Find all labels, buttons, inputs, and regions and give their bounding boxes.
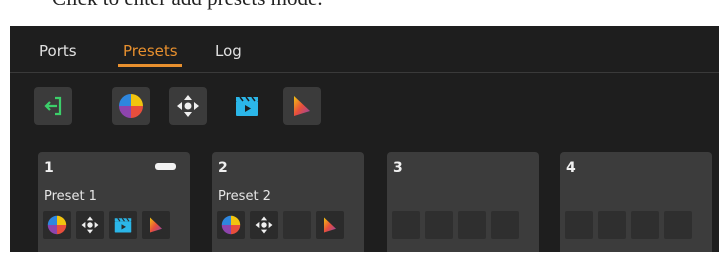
gradient-triangle-icon — [294, 96, 310, 116]
preset-number: 2 — [218, 160, 228, 176]
preset-card-2[interactable]: 2 Preset 2 — [212, 152, 364, 252]
preset-slot — [316, 211, 344, 239]
move-arrows-icon — [81, 216, 99, 234]
preset-slots — [392, 211, 519, 239]
preset-number: 3 — [393, 160, 403, 176]
preset-slot-empty — [458, 211, 486, 239]
tab-presets[interactable]: Presets — [123, 42, 178, 60]
tab-log[interactable]: Log — [215, 42, 242, 60]
preset-slot — [43, 211, 71, 239]
beam-filter-button[interactable] — [283, 87, 321, 125]
preset-name: Preset 1 — [44, 189, 97, 204]
preset-slots — [565, 211, 692, 239]
color-wheel-icon — [119, 94, 143, 118]
preset-number: 4 — [566, 160, 576, 176]
active-tab-indicator — [118, 64, 182, 67]
tab-bar: Ports Presets Log — [10, 26, 719, 73]
preset-slot — [217, 211, 245, 239]
delete-preset-icon[interactable] — [155, 163, 176, 170]
preset-card-3[interactable]: 3 — [387, 152, 539, 252]
preset-card-1[interactable]: 1 Preset 1 — [38, 152, 190, 252]
media-filter-button[interactable] — [228, 87, 266, 125]
color-wheel-icon — [47, 215, 67, 235]
preset-toolbar — [10, 84, 719, 130]
move-arrows-icon — [177, 95, 199, 117]
preset-slot-empty — [565, 211, 593, 239]
preset-slot — [142, 211, 170, 239]
gradient-triangle-icon — [324, 217, 336, 233]
clapper-icon — [114, 217, 132, 233]
preset-slot — [109, 211, 137, 239]
preset-slots — [217, 211, 344, 239]
tab-ports[interactable]: Ports — [39, 42, 77, 60]
preset-slot-empty — [491, 211, 519, 239]
preset-slot — [250, 211, 278, 239]
clapper-icon — [236, 96, 258, 116]
preset-slot-empty — [392, 211, 420, 239]
preset-number: 1 — [44, 160, 54, 176]
exit-add-mode-button[interactable] — [34, 87, 72, 125]
caption-text: Click to enter add presets mode. — [52, 0, 323, 11]
position-filter-button[interactable] — [169, 87, 207, 125]
preset-slot-empty — [425, 211, 453, 239]
move-arrows-icon — [255, 216, 273, 234]
preset-slot-empty — [664, 211, 692, 239]
preset-slot-empty — [631, 211, 659, 239]
preset-slots — [43, 211, 170, 239]
preset-slot-empty — [283, 211, 311, 239]
color-filter-button[interactable] — [112, 87, 150, 125]
exit-icon — [44, 96, 62, 116]
preset-card-4[interactable]: 4 — [560, 152, 712, 252]
presets-panel: Ports Presets Log 1 Preset 1 2 Preset 2 … — [10, 26, 719, 252]
preset-name: Preset 2 — [218, 189, 271, 204]
preset-slot — [76, 211, 104, 239]
gradient-triangle-icon — [150, 217, 162, 233]
color-wheel-icon — [221, 215, 241, 235]
preset-slot-empty — [598, 211, 626, 239]
